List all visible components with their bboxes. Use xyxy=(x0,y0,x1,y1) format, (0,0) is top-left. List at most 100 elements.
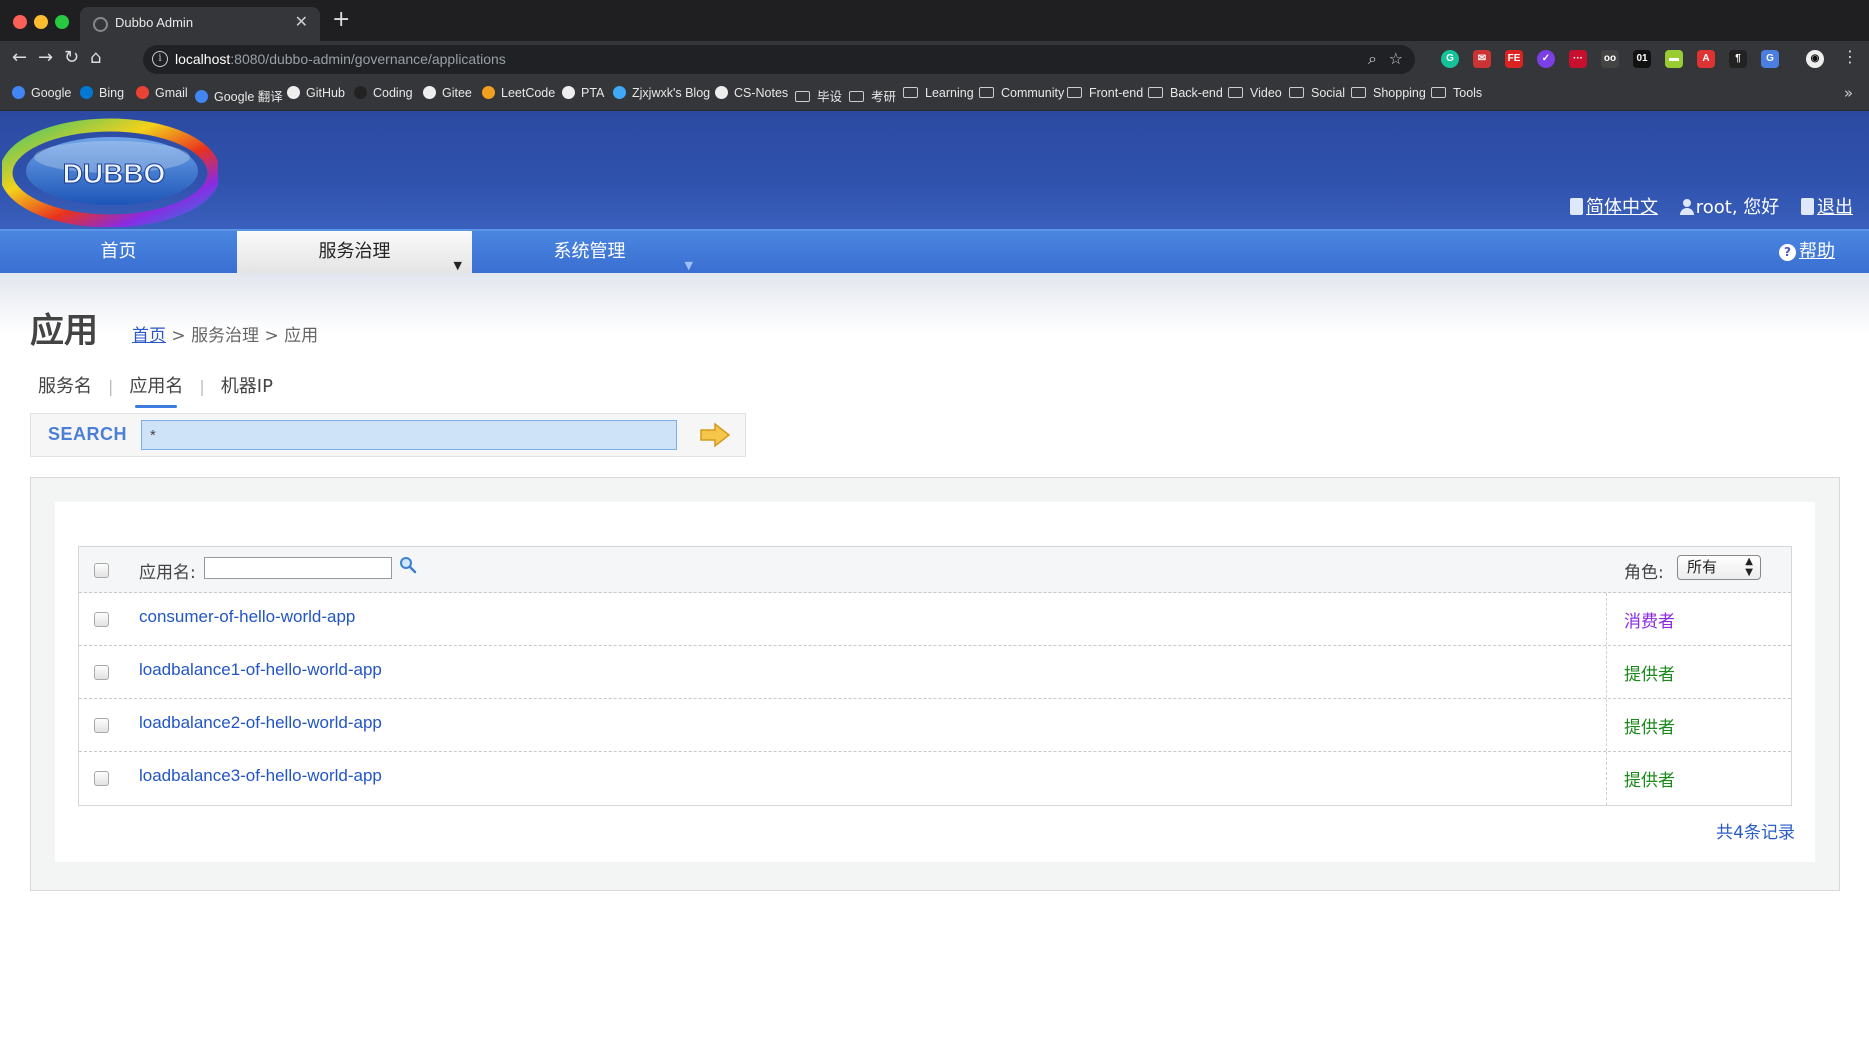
site-favicon-icon xyxy=(613,86,626,99)
bookmark-label: Google xyxy=(31,86,72,100)
nav-item-governance[interactable]: 服务治理 ▼ xyxy=(237,231,472,273)
red-extension-icon[interactable]: ··· xyxy=(1569,50,1587,68)
site-info-icon[interactable]: i xyxy=(152,51,168,67)
browser-toolbar: ← → ↻ ⌂ i localhost:8080/dubbo-admin/gov… xyxy=(0,41,1869,78)
address-bar[interactable]: i localhost:8080/dubbo-admin/governance/… xyxy=(143,45,1415,74)
bookmark-label: PTA xyxy=(581,86,605,100)
reload-icon[interactable]: ↻ xyxy=(64,49,79,67)
results-inner: 应用名: 角色: 所有 ▲ ▼ consumer-of-hello-world-a… xyxy=(55,502,1815,862)
breadcrumb: 首页 > 服务治理 > 应用 xyxy=(132,326,319,346)
maximize-window-button[interactable] xyxy=(55,15,69,29)
row-checkbox[interactable] xyxy=(94,665,109,680)
app-name-filter-input[interactable] xyxy=(204,557,392,579)
logout[interactable]: 退出 xyxy=(1801,193,1853,219)
bookmark-item[interactable]: Google 翻译 xyxy=(195,86,283,105)
folder-icon xyxy=(1148,87,1163,98)
zoom-icon[interactable]: ⌕ xyxy=(1368,49,1377,69)
pdf-extension-icon[interactable]: A xyxy=(1697,50,1715,68)
bookmark-item[interactable]: Gmail xyxy=(136,86,188,100)
bookmark-item[interactable]: LeetCode xyxy=(482,86,555,100)
row-checkbox[interactable] xyxy=(94,718,109,733)
language-link[interactable]: 简体中文 xyxy=(1586,197,1658,218)
bookmark-item[interactable]: Community xyxy=(979,86,1064,100)
forward-arrow-icon[interactable]: → xyxy=(38,49,53,67)
bookmark-label: Zjxjwxk's Blog xyxy=(632,86,711,100)
bookmark-label: Community xyxy=(1001,86,1065,100)
row-checkbox[interactable] xyxy=(94,771,109,786)
tab-close-icon[interactable]: ✕ xyxy=(295,12,308,31)
dubbo-logo: DUBBO xyxy=(2,118,218,227)
app-name-label: 应用名: xyxy=(139,563,196,583)
bookmark-item[interactable]: 考研 xyxy=(849,86,896,105)
greeting-text: root, 您好 xyxy=(1695,197,1780,218)
bookmark-item[interactable]: Zjxjwxk's Blog xyxy=(613,86,710,100)
bookmark-label: Social xyxy=(1311,86,1346,100)
bookmark-item[interactable]: PTA xyxy=(562,86,604,100)
bookmark-item[interactable]: Coding xyxy=(354,86,413,100)
minimize-window-button[interactable] xyxy=(34,15,48,29)
menu-kebab-icon[interactable]: ⋮ xyxy=(1842,49,1858,65)
bookmark-item[interactable]: Shopping xyxy=(1351,86,1426,100)
bookmark-item[interactable]: Google xyxy=(12,86,71,100)
bookmark-item[interactable]: Bing xyxy=(80,86,124,100)
breadcrumb-home-link[interactable]: 首页 xyxy=(132,326,166,346)
translate-extension-icon[interactable]: G xyxy=(1761,50,1779,68)
search-box: SEARCH xyxy=(30,413,746,457)
help[interactable]: ? 帮助 xyxy=(1779,231,1835,273)
back-arrow-icon[interactable]: ← xyxy=(12,49,27,67)
bookmark-item[interactable]: Tools xyxy=(1431,86,1482,100)
bookmark-label: GitHub xyxy=(306,86,345,100)
row-checkbox[interactable] xyxy=(94,612,109,627)
bookmark-item[interactable]: Back-end xyxy=(1148,86,1223,100)
browser-tab[interactable]: Dubbo Admin ✕ xyxy=(80,7,320,41)
bookmark-item[interactable]: Gitee xyxy=(423,86,472,100)
tab-application-name[interactable]: 应用名 xyxy=(129,372,183,408)
bookmark-star-icon[interactable]: ☆ xyxy=(1389,49,1403,68)
role-label: 角色: xyxy=(1624,563,1664,583)
binary-extension-icon[interactable]: 01 xyxy=(1633,50,1651,68)
folder-icon xyxy=(1351,87,1366,98)
bookmark-item[interactable]: 毕设 xyxy=(795,86,842,105)
check-extension-icon[interactable]: ✓ xyxy=(1537,50,1555,68)
application-link[interactable]: consumer-of-hello-world-app xyxy=(139,607,355,627)
help-link[interactable]: 帮助 xyxy=(1799,241,1835,262)
site-favicon-icon xyxy=(195,90,208,103)
application-link[interactable]: loadbalance3-of-hello-world-app xyxy=(139,766,382,786)
bookmarks-overflow-icon[interactable]: » xyxy=(1844,84,1853,102)
bookmark-item[interactable]: Learning xyxy=(903,86,974,100)
nav-item-home[interactable]: 首页 xyxy=(0,231,237,273)
language-switch[interactable]: 简体中文 xyxy=(1570,193,1658,219)
bookmark-item[interactable]: CS-Notes xyxy=(715,86,788,100)
bookmark-item[interactable]: Front-end xyxy=(1067,86,1143,100)
site-favicon-icon xyxy=(562,86,575,99)
tab-service-name[interactable]: 服务名 xyxy=(38,372,92,398)
arrow-right-icon[interactable] xyxy=(699,422,731,448)
mail-extension-icon[interactable]: ✉ xyxy=(1473,50,1491,68)
github-extension-icon[interactable]: ◉ xyxy=(1806,50,1824,68)
application-link[interactable]: loadbalance2-of-hello-world-app xyxy=(139,713,382,733)
tab-machine-ip[interactable]: 机器IP xyxy=(221,372,273,398)
search-input[interactable] xyxy=(141,420,677,450)
site-favicon-icon xyxy=(715,86,728,99)
home-icon[interactable]: ⌂ xyxy=(90,49,101,67)
green-extension-icon[interactable]: ▬ xyxy=(1665,50,1683,68)
role-select[interactable]: 所有 ▲ ▼ xyxy=(1677,555,1761,580)
oo-extension-icon[interactable]: oo xyxy=(1601,50,1619,68)
logout-link[interactable]: 退出 xyxy=(1817,197,1853,218)
application-link[interactable]: loadbalance1-of-hello-world-app xyxy=(139,660,382,680)
site-favicon-icon xyxy=(136,86,149,99)
table-row: consumer-of-hello-world-app 消费者 xyxy=(79,593,1791,646)
grammarly-extension-icon[interactable]: G xyxy=(1441,50,1459,68)
new-tab-button[interactable]: + xyxy=(332,9,350,31)
user-icon xyxy=(1679,199,1694,215)
dark-extension-icon[interactable]: ¶ xyxy=(1729,50,1747,68)
url-text[interactable]: localhost:8080/dubbo-admin/governance/ap… xyxy=(175,51,506,67)
search-icon[interactable] xyxy=(399,556,417,574)
bookmark-item[interactable]: Social xyxy=(1289,86,1345,100)
bookmark-item[interactable]: GitHub xyxy=(287,86,345,100)
select-all-checkbox[interactable] xyxy=(94,563,109,578)
bookmark-item[interactable]: Video xyxy=(1228,86,1282,100)
close-window-button[interactable] xyxy=(13,15,27,29)
nav-item-system[interactable]: 系统管理 ▼ xyxy=(472,231,707,273)
fe-extension-icon[interactable]: FE xyxy=(1505,50,1523,68)
